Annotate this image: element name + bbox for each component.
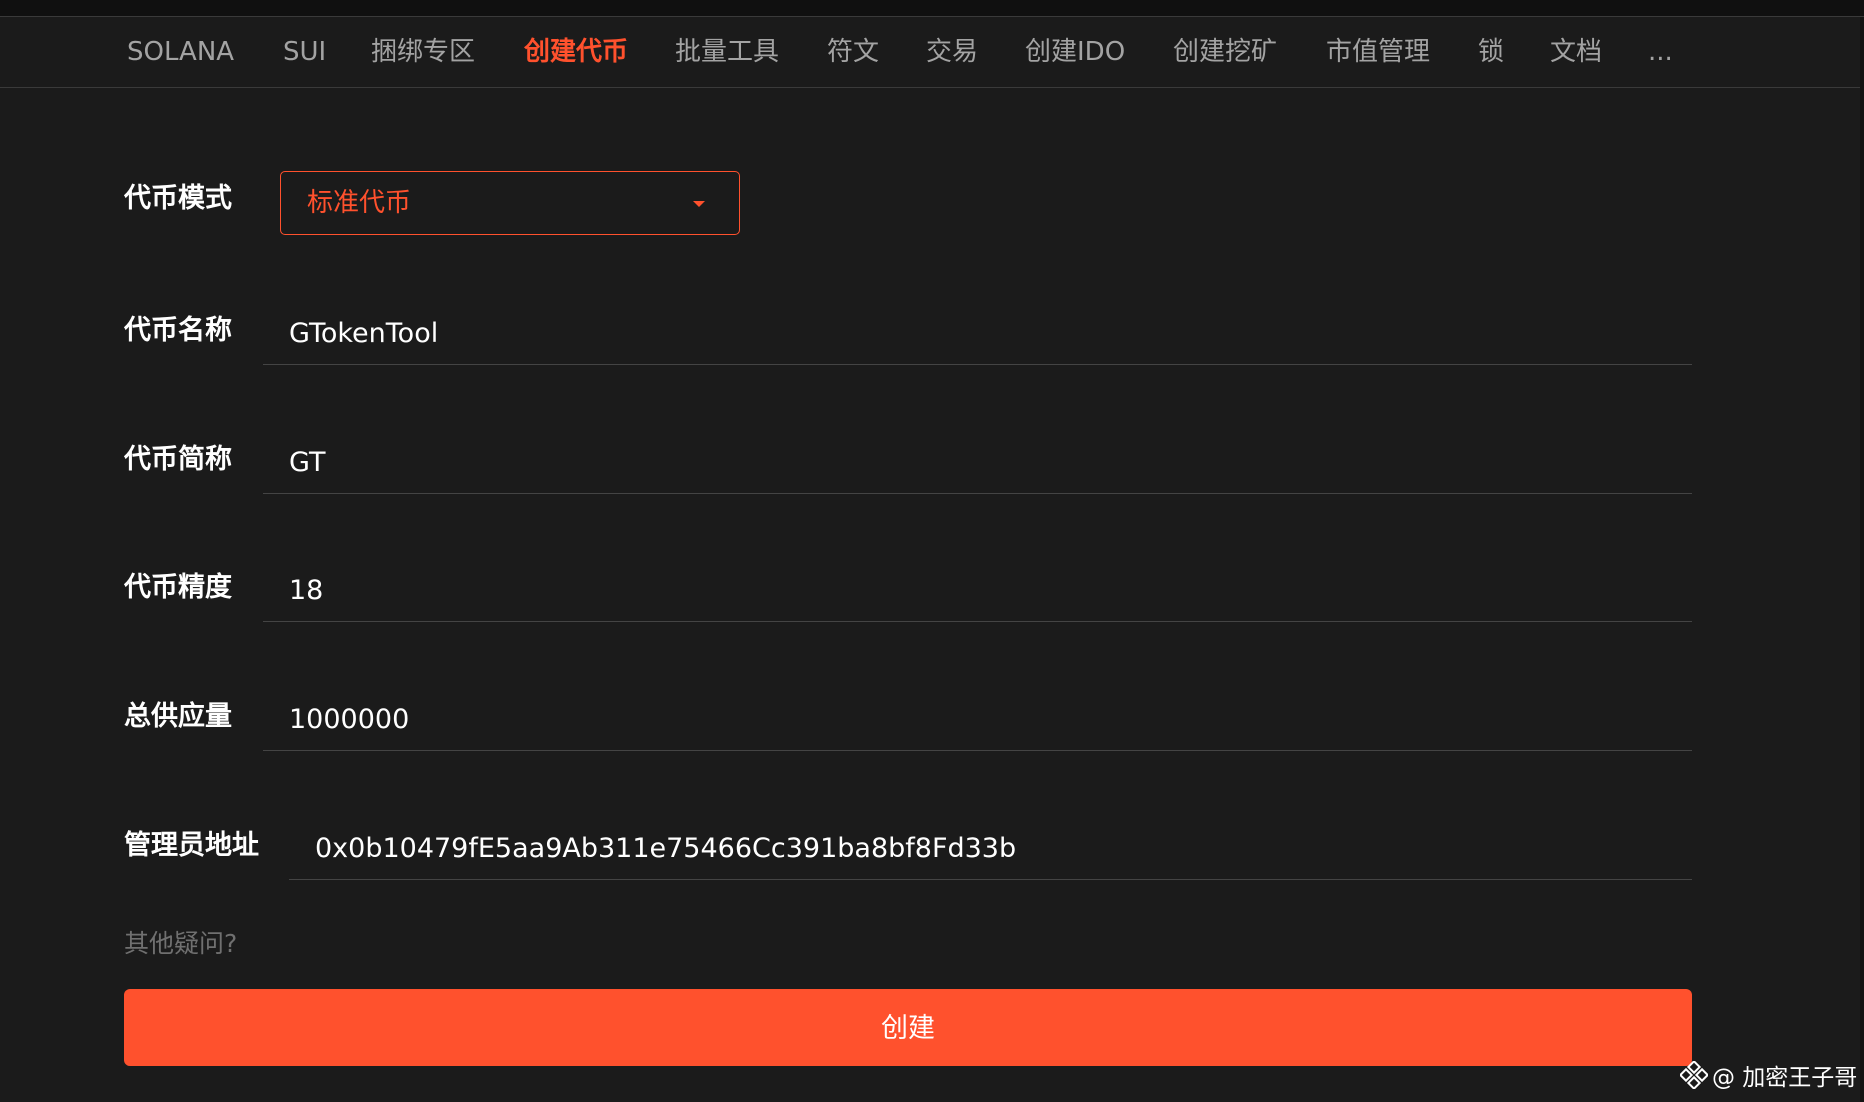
admin-address-input[interactable] <box>315 820 1675 876</box>
token-mode-label: 代币模式 <box>124 183 232 214</box>
browser-top-strip <box>0 0 1864 17</box>
nav-item-create-token[interactable]: 创建代币 <box>524 17 628 87</box>
total-supply-input[interactable] <box>289 691 1669 747</box>
nav-item-bundle-zone[interactable]: 捆绑专区 <box>371 17 475 87</box>
watermark: @ 加密王子哥 <box>1680 1060 1858 1091</box>
top-navigation: SOLANA SUI 捆绑专区 创建代币 批量工具 符文 交易 创建IDO 创建… <box>0 17 1864 88</box>
token-mode-value: 标准代币 <box>307 188 412 218</box>
help-link[interactable]: 其他疑问? <box>124 924 237 960</box>
admin-address-label: 管理员地址 <box>124 830 259 861</box>
token-name-label: 代币名称 <box>124 315 232 346</box>
nav-item-trade[interactable]: 交易 <box>926 17 978 87</box>
create-button[interactable]: 创建 <box>124 989 1692 1066</box>
nav-item-runes[interactable]: 符文 <box>827 17 879 87</box>
nav-item-batch-tools[interactable]: 批量工具 <box>675 17 779 87</box>
scrollbar-track <box>1860 17 1864 1102</box>
nav-item-lock[interactable]: 锁 <box>1478 17 1504 87</box>
admin-address-field <box>289 820 1692 880</box>
token-decimals-field <box>263 562 1692 622</box>
nav-item-sui[interactable]: SUI <box>283 17 326 87</box>
nav-item-more[interactable]: ... <box>1648 17 1673 87</box>
nav-item-solana[interactable]: SOLANA <box>127 17 234 87</box>
token-decimals-label: 代币精度 <box>124 572 232 603</box>
nav-item-docs[interactable]: 文档 <box>1550 17 1602 87</box>
token-decimals-input[interactable] <box>289 562 1669 618</box>
nav-item-create-mining[interactable]: 创建挖矿 <box>1173 17 1277 87</box>
token-symbol-label: 代币简称 <box>124 444 232 475</box>
token-symbol-field <box>263 434 1692 494</box>
total-supply-field <box>263 691 1692 751</box>
nav-item-create-ido[interactable]: 创建IDO <box>1025 17 1125 87</box>
caret-down-icon <box>693 201 705 207</box>
token-name-input[interactable] <box>289 305 1669 361</box>
total-supply-label: 总供应量 <box>124 701 232 732</box>
token-name-field <box>263 305 1692 365</box>
token-mode-select[interactable]: 标准代币 <box>280 171 740 235</box>
token-symbol-input[interactable] <box>289 434 1669 490</box>
binance-diamond-icon <box>1680 1061 1708 1089</box>
watermark-text: @ 加密王子哥 <box>1712 1065 1858 1091</box>
nav-item-market-cap[interactable]: 市值管理 <box>1326 17 1430 87</box>
